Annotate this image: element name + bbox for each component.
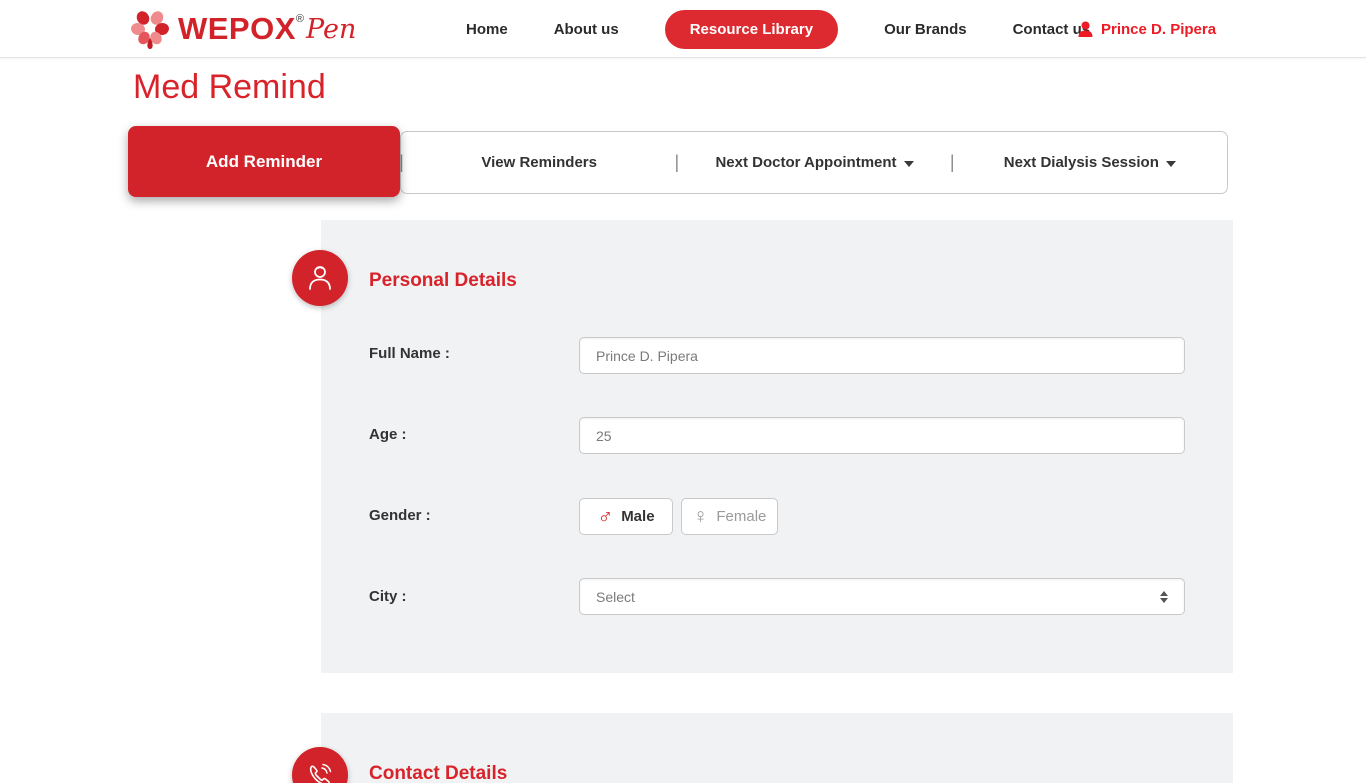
tab-next-dialysis-session-label: Next Dialysis Session xyxy=(1004,154,1159,171)
male-icon: ♂ xyxy=(597,506,613,527)
tab-next-doctor-appointment-label: Next Doctor Appointment xyxy=(715,154,896,171)
contact-details-title: Contact Details xyxy=(369,763,507,783)
personal-details-badge xyxy=(292,250,348,306)
city-select[interactable]: Select xyxy=(579,578,1185,615)
city-label: City : xyxy=(369,588,407,605)
tab-view-reminders[interactable]: View Reminders xyxy=(402,132,676,193)
main-nav: Home About us Resource Library Our Brand… xyxy=(466,0,1090,58)
top-navbar: WEPOX®Pen Home About us Resource Library… xyxy=(0,0,1366,58)
nav-item-home[interactable]: Home xyxy=(466,21,508,38)
caret-down-icon xyxy=(1166,161,1176,167)
logo-brand-text: WEPOX xyxy=(178,11,296,47)
logo-registered-mark: ® xyxy=(296,13,304,25)
med-remind-page: WEPOX®Pen Home About us Resource Library… xyxy=(0,0,1366,783)
caret-down-icon xyxy=(904,161,914,167)
tab-next-dialysis-session[interactable]: Next Dialysis Session xyxy=(953,132,1227,193)
city-select-value: Select xyxy=(596,589,635,605)
person-icon xyxy=(307,264,333,292)
nav-item-resource-library[interactable]: Resource Library xyxy=(665,10,838,49)
page-title: Med Remind xyxy=(133,68,326,107)
gender-male-button[interactable]: ♂ Male xyxy=(579,498,673,535)
phone-icon xyxy=(307,762,333,783)
brand-logo[interactable]: WEPOX®Pen xyxy=(130,8,356,50)
add-reminder-button[interactable]: Add Reminder xyxy=(128,126,400,197)
logo-sub-text: Pen xyxy=(306,14,356,45)
age-label: Age : xyxy=(369,426,407,443)
gender-female-label: Female xyxy=(716,508,766,525)
gender-female-button[interactable]: ♀ Female xyxy=(681,498,778,535)
personal-details-title: Personal Details xyxy=(369,270,517,292)
user-name-label: Prince D. Pipera xyxy=(1101,21,1216,38)
tab-view-reminders-label: View Reminders xyxy=(481,154,597,171)
user-icon xyxy=(1078,21,1093,38)
select-arrows-icon xyxy=(1160,591,1168,603)
user-account-menu[interactable]: Prince D. Pipera xyxy=(1078,0,1216,58)
reminder-tabbar: | View Reminders | Next Doctor Appointme… xyxy=(400,131,1228,194)
age-input[interactable] xyxy=(579,417,1185,454)
gender-label: Gender : xyxy=(369,507,431,524)
nav-item-about-us[interactable]: About us xyxy=(554,21,619,38)
full-name-input[interactable] xyxy=(579,337,1185,374)
flower-icon xyxy=(130,8,170,50)
gender-male-label: Male xyxy=(621,508,654,525)
tab-next-doctor-appointment[interactable]: Next Doctor Appointment xyxy=(677,132,951,193)
full-name-label: Full Name : xyxy=(369,345,450,362)
female-icon: ♀ xyxy=(693,506,709,527)
nav-item-our-brands[interactable]: Our Brands xyxy=(884,21,967,38)
